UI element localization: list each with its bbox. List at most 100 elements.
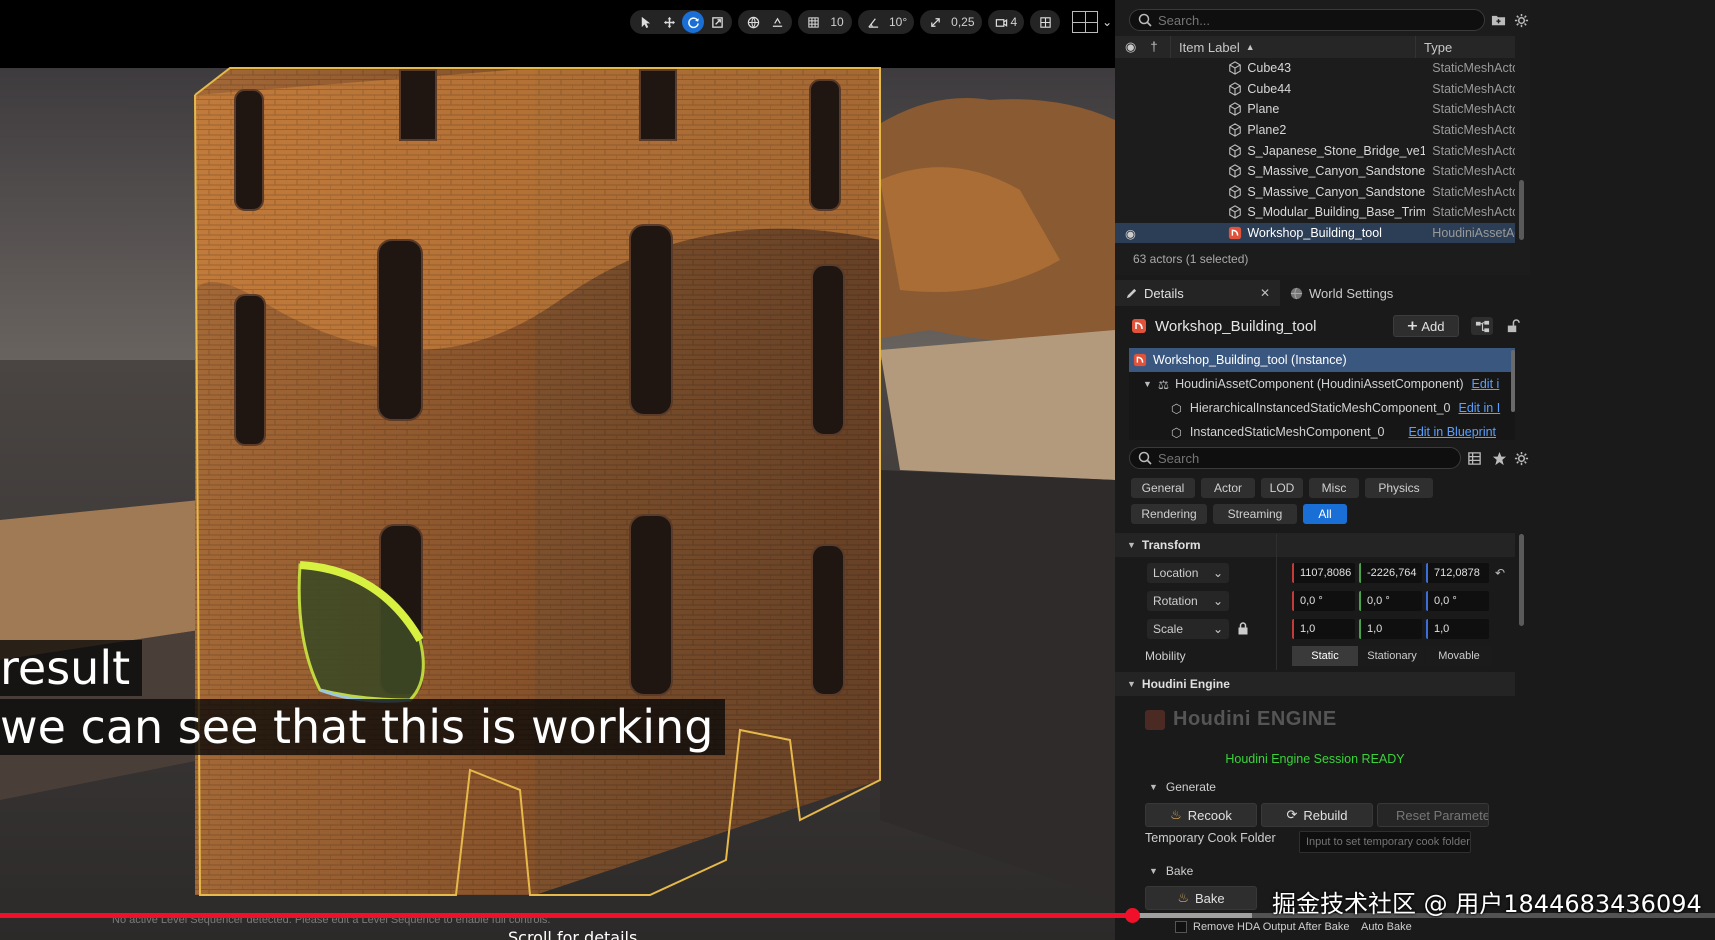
- tab-world-settings[interactable]: World Settings: [1280, 280, 1403, 306]
- blueprint-button[interactable]: [1471, 317, 1493, 335]
- component-houdini-row[interactable]: ▼ ⚖ HoudiniAssetComponent (HoudiniAssetC…: [1129, 372, 1515, 396]
- rotation-y-field[interactable]: 0,0 °: [1359, 591, 1422, 611]
- location-dropdown[interactable]: Location ⌄: [1147, 563, 1229, 583]
- remove-hda-checkbox[interactable]: [1175, 921, 1187, 933]
- surface-snap-toggle[interactable]: [766, 11, 788, 33]
- add-folder-button[interactable]: [1489, 11, 1507, 29]
- outliner-row[interactable]: S_Massive_Canyon_Sandstone_C StaticMeshAc…: [1115, 161, 1515, 182]
- recook-button[interactable]: ♨ Recook: [1145, 803, 1257, 827]
- mobility-static-button[interactable]: Static: [1292, 646, 1358, 666]
- houdini-engine-section-header[interactable]: ▼ Houdini Engine: [1115, 672, 1515, 696]
- favorites-button[interactable]: [1490, 449, 1508, 467]
- details-search[interactable]: [1129, 447, 1461, 469]
- scale-x-field[interactable]: 1,0: [1292, 619, 1355, 639]
- scale-snap-toggle[interactable]: [924, 11, 946, 33]
- scroll-for-details-hint[interactable]: Scroll for details: [508, 928, 637, 940]
- outliner-scrollbar[interactable]: [1519, 180, 1524, 240]
- rebuild-button[interactable]: ⟳ Rebuild: [1261, 803, 1373, 827]
- lock-selection-button[interactable]: [1503, 317, 1521, 335]
- reset-parameters-button[interactable]: Reset Parameters: [1377, 803, 1489, 827]
- filter-misc[interactable]: Misc: [1309, 478, 1359, 498]
- outliner-row[interactable]: Plane2 StaticMeshActo: [1115, 120, 1515, 141]
- rotation-z-field[interactable]: 0,0 °: [1426, 591, 1489, 611]
- outliner-settings-button[interactable]: [1512, 11, 1530, 29]
- details-scrollbar[interactable]: [1519, 534, 1524, 626]
- translate-tool-button[interactable]: [658, 11, 680, 33]
- scale-tool-button[interactable]: [706, 11, 728, 33]
- edit-in-blueprint-link[interactable]: Edit in I: [1458, 401, 1500, 415]
- lock-icon[interactable]: [1237, 622, 1249, 635]
- location-x-field[interactable]: 1107,8086: [1292, 563, 1355, 583]
- rotation-dropdown[interactable]: Rotation ⌄: [1147, 591, 1229, 611]
- bake-button[interactable]: ♨ Bake: [1145, 886, 1257, 910]
- world-local-toggle[interactable]: [742, 11, 764, 33]
- outliner-row[interactable]: S_Massive_Canyon_Sandstone_C StaticMeshAc…: [1115, 182, 1515, 203]
- rotation-snap-toggle[interactable]: [862, 11, 884, 33]
- collapse-arrow-icon[interactable]: ▼: [1143, 379, 1152, 389]
- scale-dropdown[interactable]: Scale ⌄: [1147, 619, 1229, 639]
- filter-general[interactable]: General: [1131, 478, 1195, 498]
- outliner-row[interactable]: S_Japanese_Stone_Bridge_ve1hfc StaticMesh…: [1115, 140, 1515, 161]
- type-column[interactable]: Type: [1415, 36, 1515, 58]
- screen: 10 10° 0,25 4 ⌄ result we can see that t…: [0, 0, 1715, 940]
- details-search-input[interactable]: [1158, 450, 1428, 466]
- camera-speed-button[interactable]: 4: [992, 11, 1021, 33]
- select-tool-button[interactable]: [634, 11, 656, 33]
- generate-subsection-header[interactable]: ▼ Generate: [1149, 780, 1216, 794]
- location-y-field[interactable]: -2226,764: [1359, 563, 1422, 583]
- maximize-viewport-button[interactable]: [1034, 11, 1056, 33]
- location-z-field[interactable]: 712,0878: [1426, 563, 1489, 583]
- close-icon[interactable]: ✕: [1260, 286, 1270, 300]
- item-label-column[interactable]: Item Label ▲: [1170, 36, 1415, 58]
- scale-y-field[interactable]: 1,0: [1359, 619, 1422, 639]
- scale-z-field[interactable]: 1,0: [1426, 619, 1489, 639]
- viewport-layout-button[interactable]: ⌄: [1072, 10, 1112, 34]
- level-viewport[interactable]: 10 10° 0,25 4 ⌄ result we can see that t…: [0, 0, 1115, 940]
- component-ism-row[interactable]: ⬡ InstancedStaticMeshComponent_0 Edit in…: [1129, 420, 1515, 440]
- scale-snap-value[interactable]: 0,25: [948, 11, 977, 33]
- edit-in-blueprint-link[interactable]: Edit i: [1472, 377, 1500, 391]
- pin-icon[interactable]: †: [1150, 39, 1157, 55]
- edit-in-blueprint-link[interactable]: Edit in Blueprint: [1408, 425, 1496, 439]
- world-outliner: ◉ † Item Label ▲ Type Cube43 StaticMeshAc…: [1115, 0, 1530, 275]
- add-component-button[interactable]: ➕︎ Add: [1393, 315, 1459, 337]
- auto-bake-label[interactable]: Auto Bake: [1361, 921, 1412, 933]
- tab-details[interactable]: Details ✕: [1115, 280, 1280, 306]
- component-hism-row[interactable]: ⬡ HierarchicalInstancedStaticMeshCompone…: [1129, 396, 1515, 420]
- transform-section-header[interactable]: ▼ Transform: [1115, 533, 1515, 557]
- filter-rendering[interactable]: Rendering: [1131, 504, 1207, 524]
- bake-subsection-header[interactable]: ▼ Bake: [1149, 864, 1193, 878]
- eye-icon[interactable]: ◉: [1125, 39, 1136, 55]
- mobility-movable-button[interactable]: Movable: [1426, 646, 1492, 666]
- filter-physics[interactable]: Physics: [1365, 478, 1433, 498]
- temporary-cook-folder-input[interactable]: [1299, 831, 1471, 853]
- rotation-snap-value[interactable]: 10°: [886, 11, 910, 33]
- outliner-row[interactable]: Cube44 StaticMeshActo: [1115, 79, 1515, 100]
- grid-snap-toggle[interactable]: [802, 11, 824, 33]
- outliner-row[interactable]: ◉ Workshop_Building_tool HoudiniAssetAc: [1115, 222, 1515, 244]
- outliner-row[interactable]: S_Modular_Building_Base_Trim_K StaticMesh…: [1115, 202, 1515, 223]
- outliner-search-input[interactable]: [1158, 12, 1458, 28]
- component-tree-scrollbar[interactable]: [1511, 350, 1515, 412]
- filter-all[interactable]: All: [1303, 504, 1347, 524]
- grid-snap-value[interactable]: 10: [826, 11, 848, 33]
- outliner-row[interactable]: Plane StaticMeshActo: [1115, 99, 1515, 120]
- camera-speed-value: 4: [1010, 15, 1018, 29]
- filter-streaming[interactable]: Streaming: [1213, 504, 1297, 524]
- bake-label: Bake: [1195, 890, 1225, 906]
- houdini-logo-icon: [1145, 709, 1165, 730]
- rotation-x-field[interactable]: 0,0 °: [1292, 591, 1355, 611]
- remove-hda-output-option[interactable]: Remove HDA Output After Bake: [1175, 921, 1350, 933]
- outliner-search[interactable]: [1129, 9, 1485, 31]
- property-matrix-button[interactable]: [1465, 449, 1483, 467]
- outliner-row[interactable]: Cube43 StaticMeshActo: [1115, 58, 1515, 79]
- reset-arrow-icon[interactable]: ↶: [1495, 566, 1505, 580]
- video-scrubber-handle[interactable]: [1124, 908, 1140, 923]
- component-instance-row[interactable]: Workshop_Building_tool (Instance): [1129, 348, 1515, 372]
- visibility-eye-icon[interactable]: ◉: [1125, 226, 1143, 241]
- filter-actor[interactable]: Actor: [1201, 478, 1255, 498]
- details-settings-button[interactable]: [1512, 449, 1530, 467]
- filter-lod[interactable]: LOD: [1261, 478, 1303, 498]
- mobility-stationary-button[interactable]: Stationary: [1359, 646, 1425, 666]
- rotate-tool-button[interactable]: [682, 11, 704, 33]
